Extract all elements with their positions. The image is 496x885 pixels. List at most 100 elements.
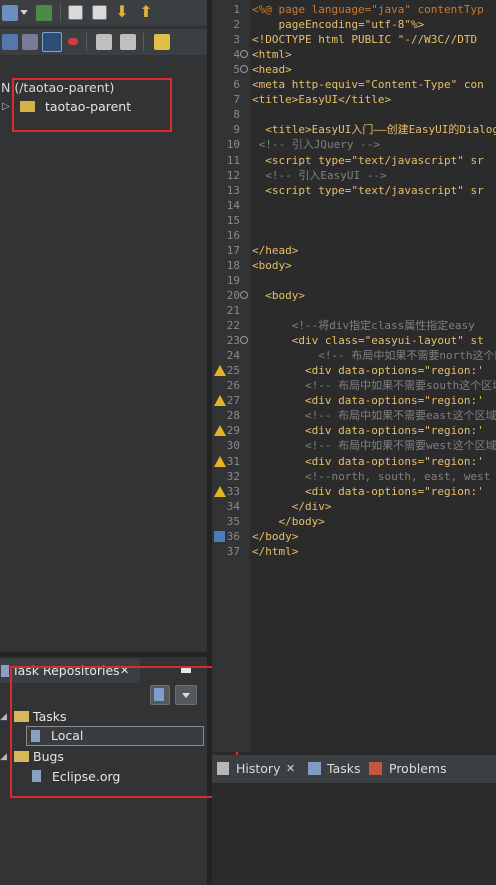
line-number: 8: [233, 108, 240, 122]
back-icon[interactable]: [96, 34, 112, 50]
chevron-right-icon[interactable]: ▷: [2, 97, 10, 117]
notes-icon[interactable]: [154, 34, 170, 50]
tab-label: Problems: [389, 761, 447, 776]
line-number: 1: [233, 3, 240, 16]
line-number: 32: [226, 469, 240, 483]
code-line[interactable]: <!-- 引入EasyUI -->: [252, 168, 386, 183]
line-number: 4: [233, 48, 240, 62]
highlight-box-task-repositories: [10, 666, 238, 798]
line-number: 20: [226, 288, 240, 302]
tab-label: Tasks: [327, 761, 361, 776]
save-icon[interactable]: [2, 5, 18, 21]
line-number: 18: [226, 258, 240, 272]
code-line[interactable]: </body>: [252, 514, 324, 529]
stop-icon[interactable]: [68, 38, 78, 45]
line-number: 37: [226, 544, 240, 558]
code-line[interactable]: </body>: [252, 529, 298, 544]
code-line[interactable]: <script type="text/javascript" sr: [252, 153, 484, 168]
line-number: 2: [233, 18, 240, 32]
code-line[interactable]: </head>: [252, 243, 298, 258]
code-line[interactable]: <meta http-equiv="Content-Type" con: [252, 77, 484, 92]
line-number: 26: [226, 379, 240, 393]
problems-icon: [369, 762, 382, 775]
code-line[interactable]: <!DOCTYPE html PUBLIC "-//W3C//DTD: [252, 32, 477, 47]
code-line[interactable]: <%@ page language="java" contentTyp: [252, 2, 484, 17]
chevron-down-icon[interactable]: ◢: [0, 747, 7, 767]
code-line[interactable]: <!-- 引入JQuery -->: [252, 137, 380, 152]
line-number: 15: [226, 213, 240, 227]
code-line[interactable]: <body>: [252, 288, 305, 303]
bottom-tab-bar: History ✕ Tasks Problems: [212, 755, 496, 783]
forward-icon[interactable]: [120, 34, 136, 50]
code-line[interactable]: <!-- 布局中如果不需要south这个区域.: [252, 378, 496, 393]
history-icon: [217, 762, 229, 775]
filter-icon[interactable]: [22, 34, 38, 50]
code-line[interactable]: <div data-options="region:': [252, 484, 484, 499]
code-line[interactable]: <div data-options="region:': [252, 363, 484, 378]
line-number: 7: [233, 93, 240, 107]
warning-icon[interactable]: [214, 455, 226, 467]
code-line[interactable]: </div>: [252, 499, 332, 514]
highlight-box-project: [12, 78, 172, 132]
code-line[interactable]: <div data-options="region:': [252, 393, 484, 408]
code-line[interactable]: <!-- 布局中如果不需要east这个区域,: [252, 408, 496, 423]
warning-icon[interactable]: [214, 365, 226, 377]
line-number: 21: [226, 304, 240, 317]
line-number: 10: [226, 138, 240, 152]
code-line[interactable]: <title>EasyUI</title>: [252, 92, 391, 107]
new-task-icon[interactable]: [36, 5, 52, 21]
line-number: 5: [233, 63, 240, 77]
line-number: 12: [226, 168, 240, 182]
line-number: 22: [226, 319, 240, 333]
arrow-down-icon[interactable]: ⬇: [114, 4, 130, 20]
line-number: 6: [233, 78, 240, 92]
chevron-down-icon[interactable]: [20, 10, 28, 15]
line-number: 11: [226, 153, 240, 167]
expand-icon[interactable]: [68, 5, 83, 20]
line-number: 30: [226, 439, 240, 453]
line-number: 9: [233, 123, 240, 137]
line-number: 13: [226, 183, 240, 197]
code-line[interactable]: <!-- 布局中如果不需要north这个区: [252, 348, 496, 363]
code-line[interactable]: <div class="easyui-layout" st: [252, 333, 484, 348]
tasks-icon: [308, 762, 321, 775]
arrow-up-icon[interactable]: ⬆: [138, 4, 154, 20]
line-number: 28: [226, 409, 240, 423]
warning-icon[interactable]: [214, 425, 226, 437]
line-number: 3: [233, 33, 240, 47]
line-number: 35: [226, 514, 240, 528]
code-line[interactable]: pageEncoding="utf-8"%>: [252, 17, 424, 32]
chevron-down-icon[interactable]: ◢: [0, 707, 7, 727]
code-line[interactable]: <script type="text/javascript" sr: [252, 183, 484, 198]
toggle-view-icon[interactable]: [42, 32, 62, 52]
repository-icon: [1, 665, 9, 677]
main-toolbar-row-1: ⬇ ⬆: [0, 0, 207, 26]
main-toolbar-row-2: [0, 29, 207, 55]
warning-icon[interactable]: [214, 395, 226, 407]
code-line[interactable]: <!--将div指定class属性指定easy: [252, 318, 475, 333]
line-number: 17: [226, 243, 240, 257]
line-number: 24: [226, 349, 240, 363]
code-line[interactable]: <!--north, south, east, west: [252, 469, 490, 484]
code-line[interactable]: <!-- 布局中如果不需要west这个区域,: [252, 438, 496, 453]
line-number: 19: [226, 273, 240, 287]
code-line[interactable]: <div data-options="region:': [252, 454, 484, 469]
code-line[interactable]: <body>: [252, 258, 292, 273]
collapse-icon[interactable]: [92, 5, 107, 20]
line-number: 23: [226, 334, 240, 348]
code-line[interactable]: <head>: [252, 62, 292, 77]
code-line[interactable]: <title>EasyUI入门——创建EasyUI的Dialog: [252, 122, 496, 137]
fold-icon[interactable]: [240, 290, 248, 299]
warning-icon[interactable]: [214, 485, 226, 497]
current-line-marker-icon: [214, 530, 225, 542]
link-icon[interactable]: [2, 34, 18, 50]
code-line[interactable]: <html>: [252, 47, 292, 62]
code-line[interactable]: <div data-options="region:': [252, 423, 484, 438]
line-number: 14: [226, 198, 240, 212]
line-number: 16: [226, 228, 240, 242]
close-icon[interactable]: ✕: [286, 755, 295, 783]
line-number: 34: [226, 499, 240, 513]
bottom-panel-body: [212, 783, 496, 885]
tab-label: History: [236, 761, 281, 776]
code-line[interactable]: </html>: [252, 544, 298, 559]
